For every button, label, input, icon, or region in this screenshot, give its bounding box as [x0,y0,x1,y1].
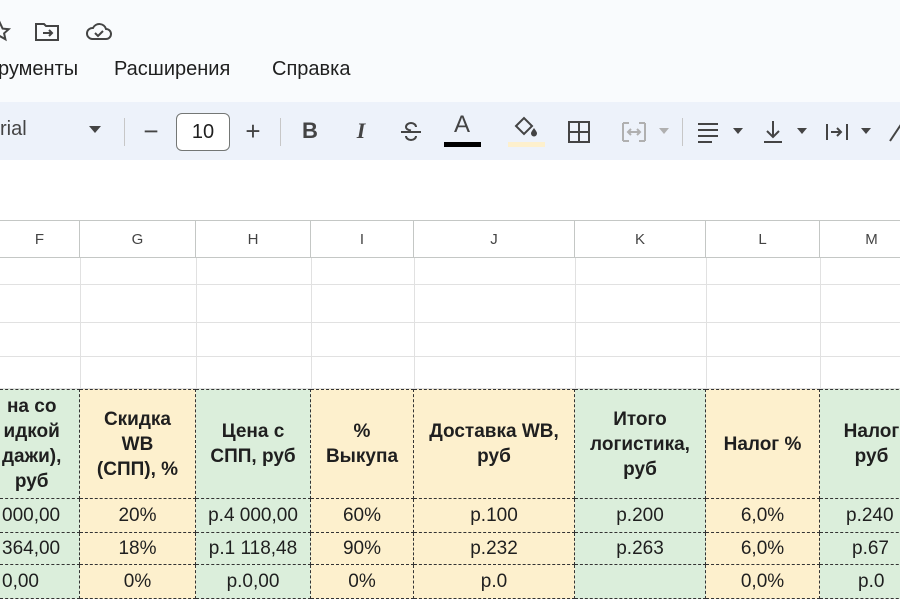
formula-bar-area [0,160,900,220]
strikethrough-icon[interactable] [398,120,424,144]
table-header-cell[interactable]: Скидка WB (СПП), % [80,389,196,499]
table-header-cell[interactable]: Цена с СПП, руб [196,389,311,499]
table-header-cell[interactable]: Доставка WB, руб [414,389,575,499]
grid-line [414,258,415,389]
text-wrap-icon[interactable] [824,120,850,144]
menu-extensions[interactable]: Расширения [114,58,230,81]
table-cell[interactable]: 000,00 [0,499,80,533]
table-header-cell[interactable]: % Выкупа [311,389,414,499]
fill-color-bar [508,142,545,147]
table-cell[interactable]: 0% [80,565,196,599]
chevron-down-icon[interactable] [732,127,744,135]
table-header-cell[interactable]: на со идкой дажи), руб [0,389,80,499]
table-cell[interactable]: 6,0% [706,533,820,565]
table-cell[interactable]: р.263 [575,533,706,565]
column-header-i[interactable]: I [311,221,414,258]
table-cell[interactable]: р.4 000,00 [196,499,311,533]
table-cell[interactable]: р.240 [820,499,900,533]
text-rotation-icon[interactable] [886,119,900,145]
italic-button[interactable]: I [349,102,373,160]
grid-line [706,258,707,389]
table-cell[interactable]: р.67 [820,533,900,565]
column-headers: F G H I J K L M [0,220,900,258]
empty-row [0,323,900,357]
table-cell[interactable]: р.100 [414,499,575,533]
column-header-m[interactable]: M [820,221,900,258]
grid-line [196,258,197,389]
grid-line [820,258,821,389]
table-cell[interactable]: 0,0% [706,565,820,599]
toolbar-divider [682,118,683,146]
toolbar-divider [280,118,281,146]
table-cell[interactable]: 0% [311,565,414,599]
table-cell[interactable] [575,565,706,599]
grid-line [311,258,312,389]
table-cell[interactable]: р.0,00 [196,565,311,599]
menu-help[interactable]: Справка [272,58,350,81]
decrease-font-size-button[interactable]: − [138,102,164,160]
bold-button[interactable]: B [298,102,322,160]
table-cell[interactable]: 20% [80,499,196,533]
table-header-cell[interactable]: Итого логистика, руб [575,389,706,499]
column-header-j[interactable]: J [414,221,575,258]
grid-line [575,258,576,389]
vertical-align-icon[interactable] [762,119,784,145]
text-color-bar [444,142,481,147]
chevron-down-icon[interactable] [658,127,670,135]
menu-tools[interactable]: рументы [0,58,78,81]
column-header-g[interactable]: G [80,221,196,258]
table-cell[interactable]: 6,0% [706,499,820,533]
column-header-h[interactable]: H [196,221,311,258]
spreadsheet-grid[interactable]: F G H I J K L M на со идкой дажи), руб С… [0,220,900,600]
font-size-input[interactable]: 10 [176,113,230,151]
table-cell[interactable]: р.200 [575,499,706,533]
table-cell[interactable]: р.0 [820,565,900,599]
formatting-toolbar: rial − 10 + B I A [0,102,900,160]
horizontal-align-icon[interactable] [696,121,720,143]
table-cell[interactable]: 0,00 [0,565,80,599]
chevron-down-icon[interactable] [860,127,872,135]
font-family-select[interactable]: rial [0,118,27,141]
empty-row [0,357,900,389]
empty-row [0,285,900,323]
merge-cells-icon[interactable] [621,121,647,143]
table-cell[interactable]: р.0 [414,565,575,599]
empty-row [0,258,900,285]
table-cell[interactable]: 18% [80,533,196,565]
increase-font-size-button[interactable]: + [240,102,266,160]
column-header-f[interactable]: F [0,221,80,258]
move-to-folder-icon[interactable] [34,20,62,44]
table-cell[interactable]: 60% [311,499,414,533]
chevron-down-icon[interactable] [796,127,808,135]
column-header-k[interactable]: K [575,221,706,258]
document-action-icons [0,18,900,50]
borders-icon[interactable] [567,120,591,144]
table-cell[interactable]: р.232 [414,533,575,565]
table-header-cell[interactable]: Налог % [706,389,820,499]
cloud-saved-icon[interactable] [84,20,114,44]
star-icon[interactable] [0,20,12,44]
toolbar-divider [124,118,125,146]
table-cell[interactable]: р.1 118,48 [196,533,311,565]
chevron-down-icon[interactable] [88,125,102,135]
grid-line [80,258,81,389]
table-header-cell[interactable]: Налог руб [820,389,900,499]
table-cell[interactable]: 90% [311,533,414,565]
column-header-l[interactable]: L [706,221,820,258]
table-cell[interactable]: 364,00 [0,533,80,565]
